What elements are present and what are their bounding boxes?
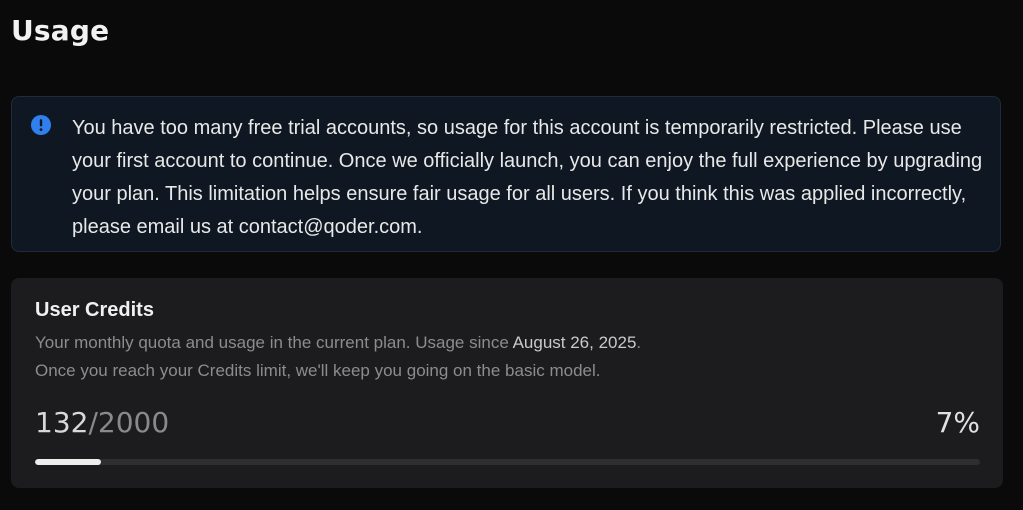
card-title: User Credits xyxy=(35,299,154,321)
description-line-1: Your monthly quota and usage in the curr… xyxy=(35,329,641,357)
usage-percent: 7% xyxy=(935,406,980,439)
usage-page: Usage You have too many free trial accou… xyxy=(0,0,1023,510)
credits-separator: / xyxy=(88,406,98,439)
info-icon xyxy=(31,115,51,135)
usage-since-date: August 26, 2025 xyxy=(512,333,637,352)
restriction-alert: You have too many free trial accounts, s… xyxy=(11,96,1001,252)
credits-progress-fill xyxy=(35,459,102,465)
credits-usage-count: 132/2000 xyxy=(35,406,169,439)
user-credits-card: User Credits Your monthly quota and usag… xyxy=(11,278,1003,488)
alert-message: You have too many free trial accounts, s… xyxy=(72,117,983,238)
page-title: Usage xyxy=(11,14,110,47)
credits-used: 132 xyxy=(35,406,89,439)
card-description: Your monthly quota and usage in the curr… xyxy=(35,329,641,385)
description-prefix: Your monthly quota and usage in the curr… xyxy=(35,333,513,352)
credits-limit: 2000 xyxy=(97,406,170,439)
description-suffix: . xyxy=(636,333,642,352)
description-line-2: Once you reach your Credits limit, we'll… xyxy=(35,361,601,380)
credits-progress-bar xyxy=(35,459,980,465)
